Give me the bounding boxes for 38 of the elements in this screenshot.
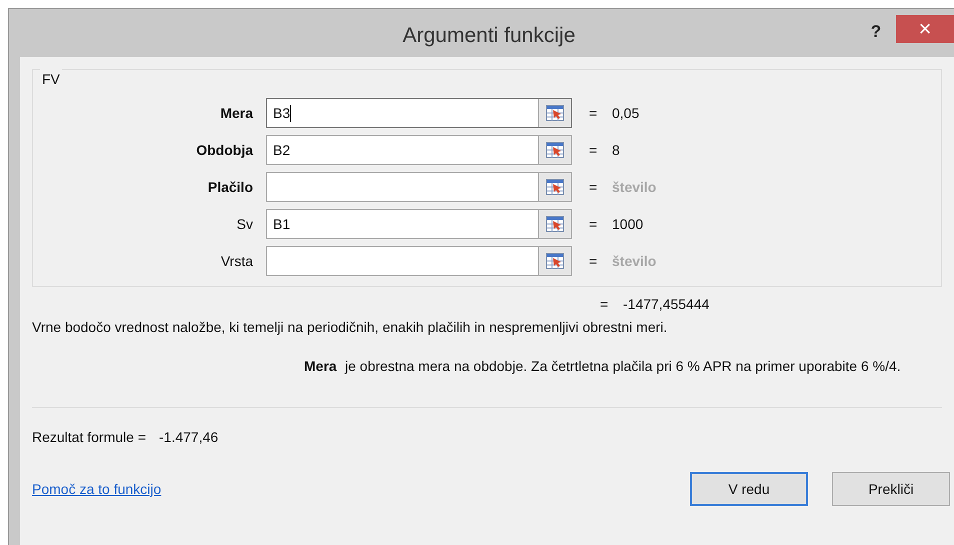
argument-label: Plačilo xyxy=(206,178,254,196)
range-select-icon xyxy=(546,216,564,232)
equals-sign: = xyxy=(589,252,598,270)
dialog-button[interactable]: V redu xyxy=(690,472,808,506)
argument-result: 8 xyxy=(612,140,620,160)
argument-description: je obrestna mera na obdobje. Za četrtletna plačila pri 6 % APR na primer uporabite 6 %/4. xyxy=(345,357,902,376)
formula-result: -1.477,46 xyxy=(159,428,218,447)
equals-sign: = xyxy=(600,294,610,314)
equals-sign: = xyxy=(589,178,598,196)
argument-field[interactable]: B2 xyxy=(266,135,572,165)
argument-field[interactable] xyxy=(266,172,572,202)
argument-label: Mera xyxy=(219,104,254,122)
range-select-icon xyxy=(546,179,564,195)
argument-field[interactable]: B1 xyxy=(266,209,572,239)
close-button[interactable]: × xyxy=(896,15,954,43)
help-link[interactable]: Pomoč za to funkcijo xyxy=(32,478,162,500)
argument-field[interactable] xyxy=(266,246,572,276)
equals-sign: = xyxy=(589,104,598,122)
argument-name: Mera xyxy=(304,357,338,376)
argument-result: 0,05 xyxy=(612,104,640,122)
argument-result: število xyxy=(612,252,656,270)
range-select-icon xyxy=(546,142,564,158)
function-result: -1477,455444 xyxy=(623,294,710,314)
window-title: Argumenti funkcije xyxy=(402,23,576,49)
argument-label: Sv xyxy=(236,214,254,234)
argument-result: število xyxy=(612,178,656,196)
dialog-button[interactable]: Prekliči xyxy=(832,472,950,506)
range-select-icon xyxy=(546,253,564,269)
formula-result-label: Rezultat formule = xyxy=(32,428,146,447)
function-description: Vrne bodočo vrednost naložbe, ki temelji na periodičnih, enakih plačilih in nespremenljivi obrestni meri. xyxy=(32,318,668,337)
equals-sign: = xyxy=(589,214,598,234)
range-select-icon xyxy=(546,105,564,121)
argument-label: Obdobja xyxy=(195,140,254,160)
equals-sign: = xyxy=(589,140,598,160)
argument-label: Vrsta xyxy=(220,252,254,270)
argument-result: 1000 xyxy=(612,214,644,234)
argument-field[interactable]: B3 xyxy=(266,98,572,128)
help-button[interactable]: ? xyxy=(866,19,886,44)
